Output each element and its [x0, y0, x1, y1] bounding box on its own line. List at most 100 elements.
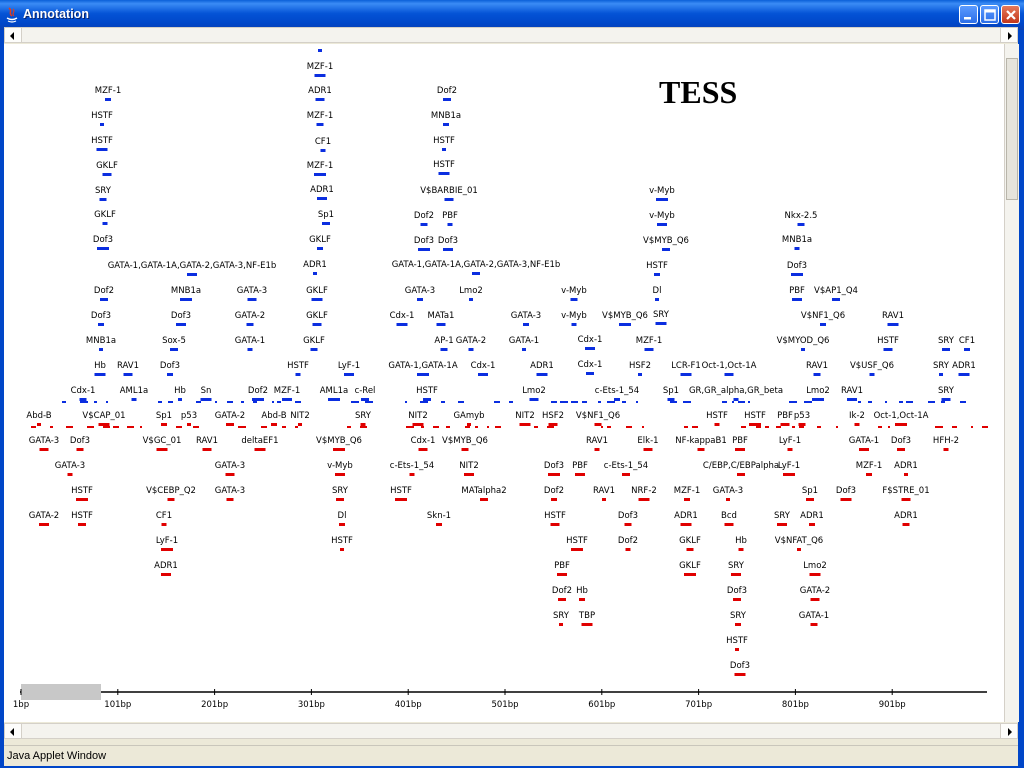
forward-feature-mark: [96, 148, 108, 151]
feature-label: GATA-2: [235, 311, 265, 321]
feature-label: Abd-B: [26, 411, 51, 421]
feature-label: LCR-F1: [671, 361, 701, 371]
bottom-horizontal-scrollbar[interactable]: [4, 723, 1018, 739]
reverse-strand-dash: [982, 426, 988, 428]
reverse-strand-dash: [692, 426, 698, 428]
forward-feature-mark: [311, 298, 323, 301]
forward-feature-mark: [529, 398, 539, 401]
vertical-scrollbar[interactable]: [1004, 44, 1019, 722]
forward-strand-dash: [365, 401, 373, 403]
feature-label: ADR1: [154, 561, 178, 571]
feature-label: MNB1a: [171, 286, 201, 296]
feature-label: HSTF: [71, 486, 93, 496]
forward-feature-mark: [310, 348, 318, 351]
title-bar[interactable]: Annotation: [0, 0, 1024, 30]
feature-label: SRY: [938, 336, 955, 346]
feature-label: MZF-1: [95, 86, 122, 96]
forward-feature-mark: [812, 398, 824, 401]
forward-feature-mark: [662, 248, 670, 251]
reverse-feature-mark: [98, 423, 110, 426]
reverse-feature-mark: [594, 423, 602, 426]
reverse-strand-dash: [406, 426, 414, 428]
feature-label: GAmyb: [453, 411, 484, 421]
forward-strand-dash: [636, 401, 638, 403]
forward-feature-mark: [887, 323, 899, 326]
forward-feature-mark: [442, 148, 446, 151]
reverse-feature-mark: [461, 448, 469, 451]
reverse-strand-dash: [799, 426, 804, 428]
reverse-feature-mark: [39, 448, 49, 451]
reverse-feature-mark: [602, 498, 606, 501]
bottom-scroll-right-button[interactable]: [1000, 724, 1017, 738]
forward-strand-dash: [906, 401, 913, 403]
feature-label: ADR1: [310, 185, 334, 195]
forward-feature-mark: [187, 273, 197, 276]
feature-label: MZF-1: [307, 161, 334, 171]
top-horizontal-scrollbar[interactable]: [4, 27, 1018, 43]
reverse-strand-dash: [465, 426, 470, 428]
forward-feature-mark: [832, 298, 840, 301]
feature-label: p53: [794, 411, 810, 421]
reverse-feature-mark: [737, 473, 745, 476]
reverse-strand-dash: [878, 426, 882, 428]
forward-strand-dash: [899, 401, 903, 403]
feature-label: v-Myb: [649, 186, 675, 196]
forward-feature-mark: [314, 173, 326, 176]
reverse-feature-mark: [943, 448, 949, 451]
axis-tick-label: 601bp: [588, 700, 615, 710]
feature-label: MZF-1: [307, 111, 334, 121]
vertical-scroll-thumb[interactable]: [1006, 58, 1018, 200]
bottom-scroll-left-button[interactable]: [5, 724, 22, 738]
forward-strand-dash: [804, 401, 812, 403]
reverse-feature-mark: [548, 423, 558, 426]
forward-strand-dash: [928, 401, 935, 403]
reverse-feature-mark: [684, 573, 696, 576]
forward-strand-dash: [168, 401, 173, 403]
forward-feature-mark: [97, 247, 109, 250]
reverse-feature-mark: [810, 623, 818, 626]
reverse-feature-mark: [904, 473, 908, 476]
feature-label: Dof3: [891, 436, 911, 446]
feature-label: Dof3: [91, 311, 111, 321]
feature-label: ADR1: [674, 511, 698, 521]
maximize-button[interactable]: [980, 5, 999, 24]
forward-strand-dash: [732, 401, 734, 403]
forward-feature-mark: [100, 298, 108, 301]
close-button[interactable]: [1001, 5, 1020, 24]
feature-label: HSTF: [726, 636, 748, 646]
scroll-right-button[interactable]: [1000, 28, 1017, 42]
reverse-feature-mark: [806, 498, 814, 501]
scroll-left-button[interactable]: [5, 28, 22, 42]
reverse-strand-dash: [888, 426, 890, 428]
reverse-feature-mark: [202, 448, 212, 451]
axis-tick-label: 301bp: [298, 700, 325, 710]
reverse-strand-dash: [421, 426, 424, 428]
reverse-feature-mark: [551, 498, 557, 501]
forward-feature-mark: [443, 248, 453, 251]
feature-label: V$MYB_Q6: [442, 436, 488, 446]
forward-feature-mark: [791, 273, 803, 276]
forward-feature-mark: [813, 373, 821, 376]
forward-feature-mark: [585, 347, 595, 350]
scroll-left-icon: [10, 32, 14, 40]
feature-label: HSTF: [877, 336, 899, 346]
feature-label: Dof3: [414, 236, 434, 246]
feature-label: PBF: [732, 436, 748, 446]
forward-feature-mark: [318, 49, 322, 52]
reverse-feature-mark: [624, 523, 632, 526]
reverse-feature-mark: [581, 623, 593, 626]
minimize-button[interactable]: [959, 5, 978, 24]
forward-strand-dash: [622, 401, 626, 403]
reverse-feature-mark: [298, 423, 302, 426]
feature-label: Ik-2: [849, 411, 865, 421]
feature-label: GATA-3: [713, 486, 743, 496]
feature-label: Sp1: [318, 210, 334, 220]
reverse-strand-dash: [475, 426, 478, 428]
reverse-strand-dash: [971, 426, 973, 428]
forward-strand-dash: [885, 401, 887, 403]
forward-feature-mark: [102, 173, 112, 176]
forward-strand-dash: [571, 401, 578, 403]
reverse-strand-dash: [792, 426, 795, 428]
reverse-strand-dash: [113, 426, 119, 428]
feature-label: Dof2: [552, 586, 572, 596]
